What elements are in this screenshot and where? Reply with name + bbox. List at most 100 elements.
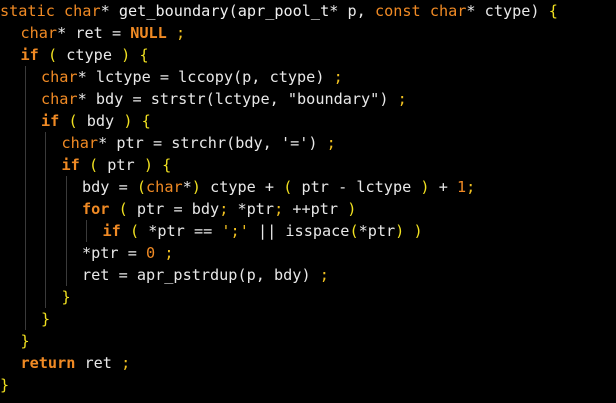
- indent-guide: [65, 242, 67, 264]
- code-token: }: [0, 376, 10, 394]
- code-token: * ret =: [57, 24, 131, 42]
- indent-guide: [45, 286, 46, 308]
- code-token: ;: [274, 200, 284, 218]
- code-token: char: [64, 2, 101, 20]
- code-token: * ctype): [466, 2, 549, 20]
- indent-guide: [65, 176, 67, 198]
- code-token: apr_pool_t: [237, 2, 330, 20]
- code-line-content: for ( ptr = bdy; *ptr; ++ptr ): [0, 198, 356, 220]
- code-line: *ptr = 0 ;: [0, 242, 616, 264]
- indent-guide: [45, 154, 46, 176]
- code-line: }: [0, 308, 616, 330]
- code-token: || isspace: [248, 222, 350, 240]
- code-token: char: [41, 90, 78, 108]
- code-line-content: if ( *ptr == ';' || isspace(*ptr) ): [0, 220, 423, 242]
- code-token: (: [228, 2, 238, 20]
- code-token: ): [420, 178, 430, 196]
- code-token: ): [143, 156, 153, 174]
- indent-guide: [45, 264, 46, 286]
- code-token: if: [41, 112, 60, 130]
- indent-guide: [65, 220, 67, 242]
- code-token: }: [41, 310, 51, 328]
- code-token: {: [139, 46, 149, 64]
- code-token: ptr - lctype: [292, 178, 421, 196]
- code-token: ): [395, 222, 405, 240]
- code-line-content: char* ptr = strchr(bdy, '=') ;: [0, 132, 336, 154]
- code-line: return ret ;: [0, 352, 616, 374]
- code-line-content: *ptr = 0 ;: [0, 242, 173, 264]
- code-token: if: [61, 156, 80, 174]
- indent-guide: [24, 88, 26, 110]
- code-line: if ( ctype ) {: [0, 44, 616, 66]
- code-token: static: [0, 2, 65, 20]
- indent-guide: [24, 308, 26, 330]
- code-token: ptr = bdy: [127, 200, 220, 218]
- code-token: ++ptr: [283, 200, 348, 218]
- code-line-content: }: [0, 330, 30, 352]
- code-token: * ptr = strchr(bdy, '='): [98, 134, 327, 152]
- code-line-content: char* ret = NULL ;: [0, 22, 186, 44]
- code-token: ;: [326, 134, 336, 152]
- indent-guide: [24, 220, 26, 242]
- code-token: bdy =: [82, 178, 137, 196]
- indent-guide: [45, 242, 46, 264]
- indent-guide: [65, 198, 67, 220]
- code-token: ): [413, 222, 423, 240]
- code-token: ): [121, 46, 131, 64]
- code-token: ptr: [98, 156, 144, 174]
- code-token: }: [61, 288, 71, 306]
- code-line: static char* get_boundary(apr_pool_t* p,…: [0, 0, 616, 22]
- code-line: }: [0, 330, 616, 352]
- code-token: +: [429, 178, 457, 196]
- indent-guide: [24, 110, 26, 132]
- indent-guide: [24, 286, 26, 308]
- code-token: get_boundary: [118, 2, 229, 20]
- indent-guide: [24, 198, 26, 220]
- indent-guide: [24, 176, 26, 198]
- code-token: ;: [164, 244, 174, 262]
- code-token: if: [102, 222, 121, 240]
- code-token: ;: [175, 24, 186, 42]
- indent-guide: [45, 176, 46, 198]
- code-line: }: [0, 286, 616, 308]
- code-token: (: [47, 46, 58, 64]
- code-token: NULL: [130, 24, 167, 42]
- code-token: char: [146, 178, 183, 196]
- indent-guide: [24, 132, 26, 154]
- code-line-content: if ( bdy ) {: [0, 110, 151, 132]
- code-token: 1: [456, 178, 467, 196]
- indent-guide: [45, 132, 46, 154]
- code-editor[interactable]: static char* get_boundary(apr_pool_t* p,…: [0, 0, 616, 403]
- code-token: *ptr ==: [139, 222, 222, 240]
- code-token: ctype: [57, 46, 122, 64]
- code-token: (: [88, 156, 99, 174]
- code-line-content: ret = apr_pstrdup(p, bdy) ;: [0, 264, 329, 286]
- code-line-content: static char* get_boundary(apr_pool_t* p,…: [0, 0, 558, 22]
- code-token: char: [41, 68, 78, 86]
- code-token: ret: [75, 354, 122, 372]
- code-line: char* bdy = strstr(lctype, "boundary") ;: [0, 88, 616, 110]
- code-line: char* ptr = strchr(bdy, '=') ;: [0, 132, 616, 154]
- code-token: char: [61, 134, 99, 152]
- code-line: for ( ptr = bdy; *ptr; ++ptr ): [0, 198, 616, 220]
- code-token: bdy: [77, 112, 124, 130]
- code-token: ret = apr_pstrdup(p, bdy): [82, 266, 320, 284]
- code-token: (: [129, 222, 140, 240]
- code-line: }: [0, 374, 616, 396]
- code-line: if ( *ptr == ';' || isspace(*ptr) ): [0, 220, 616, 242]
- indent-guide: [45, 198, 46, 220]
- code-token: *ptr: [228, 200, 275, 218]
- code-token: ctype +: [200, 178, 284, 196]
- code-line: if ( ptr ) {: [0, 154, 616, 176]
- code-line: char* ret = NULL ;: [0, 22, 616, 44]
- code-token: {: [162, 156, 172, 174]
- code-token: char: [20, 24, 58, 42]
- code-token: ): [347, 200, 357, 218]
- code-token: ;: [333, 68, 343, 86]
